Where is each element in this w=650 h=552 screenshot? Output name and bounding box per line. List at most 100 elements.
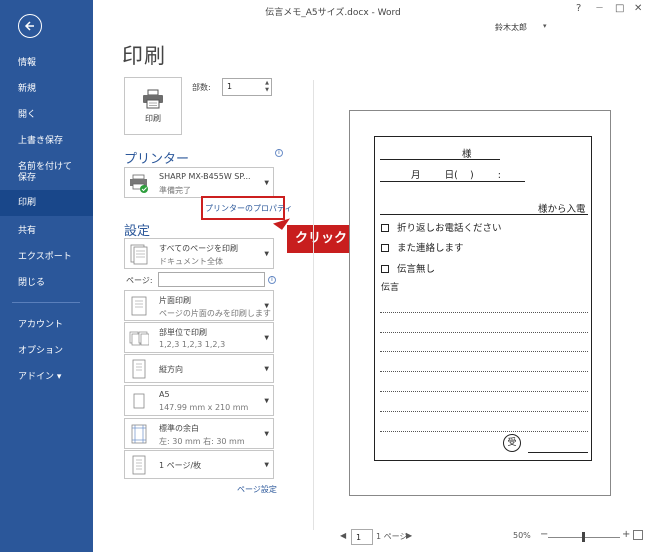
duplex-desc: ページの片面のみを印刷します	[159, 309, 271, 318]
margins-desc: 左: 30 mm 右: 30 mm	[159, 437, 245, 446]
margins-icon	[131, 424, 147, 443]
zoom-out-icon[interactable]: −	[540, 529, 548, 540]
chevron-down-icon: ▼	[264, 365, 269, 372]
minimize-button[interactable]: —	[596, 3, 603, 11]
printer-dropdown[interactable]: SHARP MX-B455W SP... 準備完了 ▼	[124, 167, 274, 198]
chevron-down-icon: ▼	[264, 430, 269, 437]
collate-desc: 1,2,3 1,2,3 1,2,3	[159, 340, 226, 349]
next-page-icon[interactable]: ▶	[406, 531, 412, 540]
nav-share[interactable]: 共有	[0, 226, 93, 237]
fit-page-icon[interactable]	[633, 530, 643, 540]
nav-save-as[interactable]: 名前を付けて 保存	[0, 162, 93, 184]
paper-size-icon	[133, 393, 145, 408]
nav-save[interactable]: 上書き保存	[0, 136, 93, 147]
close-button[interactable]: ✕	[634, 3, 642, 14]
chevron-down-icon[interactable]: ▾	[543, 22, 547, 30]
print-range-desc: ドキュメント全体	[159, 257, 223, 266]
printer-icon	[143, 89, 163, 108]
back-arrow-icon[interactable]	[18, 14, 42, 38]
memo-dotted-line	[380, 371, 588, 372]
memo-dotted-line	[380, 411, 588, 412]
help-button[interactable]: ?	[576, 3, 581, 14]
checkbox-icon	[381, 224, 389, 232]
title-bar: 伝言メモ_A5サイズ.docx - Word ? — □ ✕	[93, 0, 650, 22]
page-total: 1 ページ	[376, 532, 408, 541]
nav-open[interactable]: 開く	[0, 110, 93, 121]
chevron-down-icon: ▼	[264, 461, 269, 468]
paper-size-title: A5	[159, 390, 170, 399]
duplex-dropdown[interactable]: 片面印刷 ページの片面のみを印刷します ▼	[124, 290, 274, 321]
restore-button[interactable]: □	[615, 3, 624, 14]
info-icon[interactable]: i	[275, 149, 283, 157]
memo-caller-line	[380, 214, 588, 215]
info-icon[interactable]: i	[268, 276, 276, 284]
nav-close[interactable]: 閉じる	[0, 278, 93, 289]
nav-options[interactable]: オプション	[0, 346, 93, 357]
collate-icon	[129, 331, 149, 345]
collate-dropdown[interactable]: 部単位で印刷 1,2,3 1,2,3 1,2,3 ▼	[124, 322, 274, 353]
pages-input[interactable]	[158, 272, 265, 287]
single-sided-icon	[131, 296, 147, 315]
memo-dotted-line	[380, 431, 588, 432]
chevron-down-icon: ▼	[264, 334, 269, 341]
copies-value: 1	[227, 82, 233, 91]
memo-name-line	[380, 159, 500, 160]
chevron-down-icon: ▼	[264, 179, 269, 186]
user-name[interactable]: 鈴木太郎	[495, 22, 527, 33]
zoom-in-icon[interactable]: +	[622, 529, 630, 540]
chevron-down-icon: ▼	[264, 397, 269, 404]
print-range-dropdown[interactable]: すべてのページを印刷 ドキュメント全体 ▼	[124, 238, 274, 269]
nav-info[interactable]: 情報	[0, 58, 93, 69]
nav-new[interactable]: 新規	[0, 84, 93, 95]
memo-dotted-line	[380, 332, 588, 333]
memo-dotted-line	[380, 391, 588, 392]
memo-check-item: また連絡します	[381, 240, 464, 254]
page-title: 印刷	[122, 44, 166, 68]
settings-heading: 設定	[124, 224, 151, 239]
prev-page-icon[interactable]: ◀	[340, 531, 346, 540]
memo-receiver-line	[528, 452, 588, 453]
margins-dropdown[interactable]: 標準の余白 左: 30 mm 右: 30 mm ▼	[124, 418, 274, 449]
print-button[interactable]: 印刷	[124, 77, 182, 135]
page-setup-link[interactable]: ページ設定	[237, 484, 277, 495]
chevron-down-icon: ▼	[264, 250, 269, 257]
nav-account[interactable]: アカウント	[0, 320, 93, 331]
copies-label: 部数:	[192, 83, 211, 92]
printer-name: SHARP MX-B455W SP...	[159, 172, 251, 181]
orientation-title: 縦方向	[159, 365, 183, 374]
memo-date-line	[380, 181, 525, 182]
print-range-title: すべてのページを印刷	[159, 244, 238, 253]
nav-print[interactable]: 印刷	[0, 190, 93, 216]
chevron-down-icon: ▼	[264, 302, 269, 309]
zoom-level: 50%	[513, 531, 531, 540]
printer-status: 準備完了	[159, 186, 191, 195]
pages-per-sheet-icon	[132, 455, 146, 474]
document-pages-icon	[130, 244, 148, 264]
memo-dotted-line	[380, 312, 588, 313]
nav-divider	[12, 302, 80, 303]
window-title: 伝言メモ_A5サイズ.docx - Word	[265, 8, 401, 18]
memo-frame	[374, 136, 592, 461]
checkbox-icon	[381, 265, 389, 273]
current-page-input[interactable]: 1	[351, 529, 373, 545]
printer-heading: プリンター	[124, 152, 190, 167]
print-button-label: 印刷	[145, 113, 161, 123]
memo-dotted-line	[380, 351, 588, 352]
memo-sama: 様	[462, 149, 472, 160]
pane-divider	[313, 80, 314, 530]
printer-ready-icon	[130, 174, 148, 193]
nav-addins[interactable]: アドイン ▾	[0, 372, 93, 383]
paper-size-dropdown[interactable]: A5 147.99 mm x 210 mm ▼	[124, 385, 274, 416]
zoom-slider-thumb[interactable]	[582, 532, 585, 542]
collate-title: 部単位で印刷	[159, 328, 207, 337]
seal-icon: 受	[503, 434, 521, 452]
orientation-dropdown[interactable]: 縦方向 ▼	[124, 354, 274, 383]
checkbox-icon	[381, 244, 389, 252]
nav-export[interactable]: エクスポート	[0, 252, 93, 263]
pages-label: ページ:	[126, 276, 153, 285]
copies-stepper[interactable]: 1 ▲ ▼	[222, 78, 272, 96]
pages-per-sheet-dropdown[interactable]: 1 ページ/枚 ▼	[124, 450, 274, 479]
spin-arrows-icon[interactable]: ▲ ▼	[265, 80, 269, 94]
paper-size-desc: 147.99 mm x 210 mm	[159, 403, 249, 412]
memo-call-from: 様から入電	[538, 204, 586, 215]
